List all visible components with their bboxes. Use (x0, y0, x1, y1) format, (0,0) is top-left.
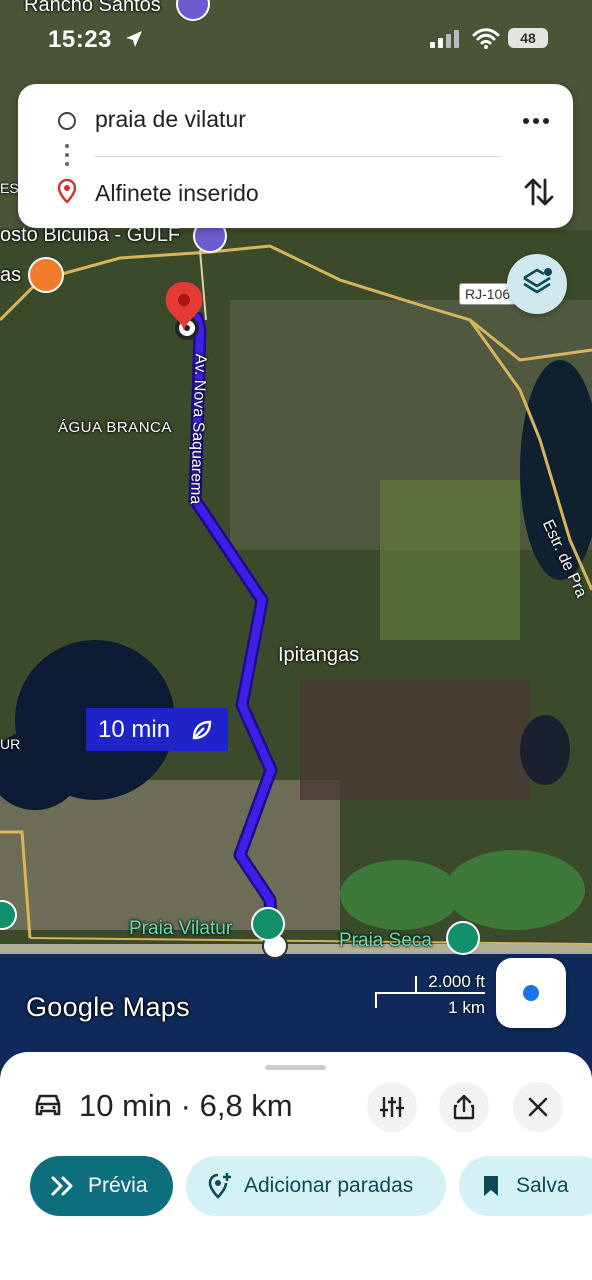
layers-icon (523, 268, 552, 294)
pin-icon (58, 179, 76, 203)
share-icon (453, 1094, 475, 1120)
status-time: 15:23 (48, 26, 112, 53)
divider (94, 156, 500, 157)
map-label-as: as (0, 264, 22, 286)
location-arrow-icon (126, 31, 142, 47)
options-icon (380, 1097, 404, 1117)
signal-icon (430, 30, 459, 48)
sheet-handle[interactable] (265, 1065, 326, 1070)
battery-icon: 48 (508, 28, 548, 48)
destination-field[interactable]: Alfinete inserido (95, 180, 259, 207)
map-label-ur: UR (0, 736, 21, 752)
origin-circle-icon (58, 112, 76, 130)
route-options-button[interactable] (367, 1082, 417, 1132)
bookmark-icon (484, 1176, 498, 1196)
layers-button[interactable] (507, 254, 567, 314)
battery-level: 48 (520, 30, 536, 46)
chevrons-icon (51, 1176, 73, 1196)
close-button[interactable] (513, 1082, 563, 1132)
scale-ft: 2.000 ft (428, 972, 485, 991)
status-bar: 15:23 48 (0, 22, 592, 58)
directions-card: praia de vilatur Alfinete inserido (18, 84, 573, 228)
preview-label: Prévia (88, 1174, 148, 1197)
add-stops-label: Adicionar paradas (244, 1174, 414, 1197)
google-maps-logo: Google Maps (26, 992, 190, 1022)
map-label-praia-seca[interactable]: Praia Seca (339, 930, 432, 952)
save-button[interactable]: Salva (459, 1156, 592, 1216)
share-button[interactable] (439, 1082, 489, 1132)
add-stop-icon (208, 1173, 231, 1199)
locate-icon (523, 985, 539, 1001)
my-location-button[interactable] (496, 958, 566, 1028)
add-stops-button[interactable]: Adicionar paradas (186, 1156, 446, 1216)
map-label-ipitangas: Ipitangas (278, 644, 360, 666)
save-label: Salva (516, 1174, 569, 1197)
route-time-label: 10 min (98, 716, 171, 743)
swap-icon[interactable] (522, 174, 556, 210)
map-label-praia-vilatur[interactable]: Praia Vilatur (129, 918, 232, 940)
wifi-icon (472, 28, 500, 49)
route-summary: 10 min · 6,8 km (79, 1088, 293, 1123)
more-icon[interactable] (520, 106, 552, 136)
map-label-rancho-santos: Rancho Santos (24, 0, 161, 16)
origin-field[interactable]: praia de vilatur (95, 106, 246, 133)
route-dots (65, 144, 69, 171)
car-icon (35, 1094, 61, 1116)
scale-km: 1 km (448, 998, 485, 1017)
close-icon (528, 1097, 548, 1117)
route-sheet: 10 min · 6,8 km Prévia Adicionar paradas… (0, 1052, 592, 1280)
map-scale: 2.000 ft 1 km (375, 970, 485, 1020)
map-label-agua-branca: ÁGUA BRANCA (58, 419, 172, 436)
route-time-badge[interactable]: 10 min (86, 708, 228, 751)
preview-button[interactable]: Prévia (30, 1156, 173, 1216)
leaf-icon (192, 720, 212, 740)
